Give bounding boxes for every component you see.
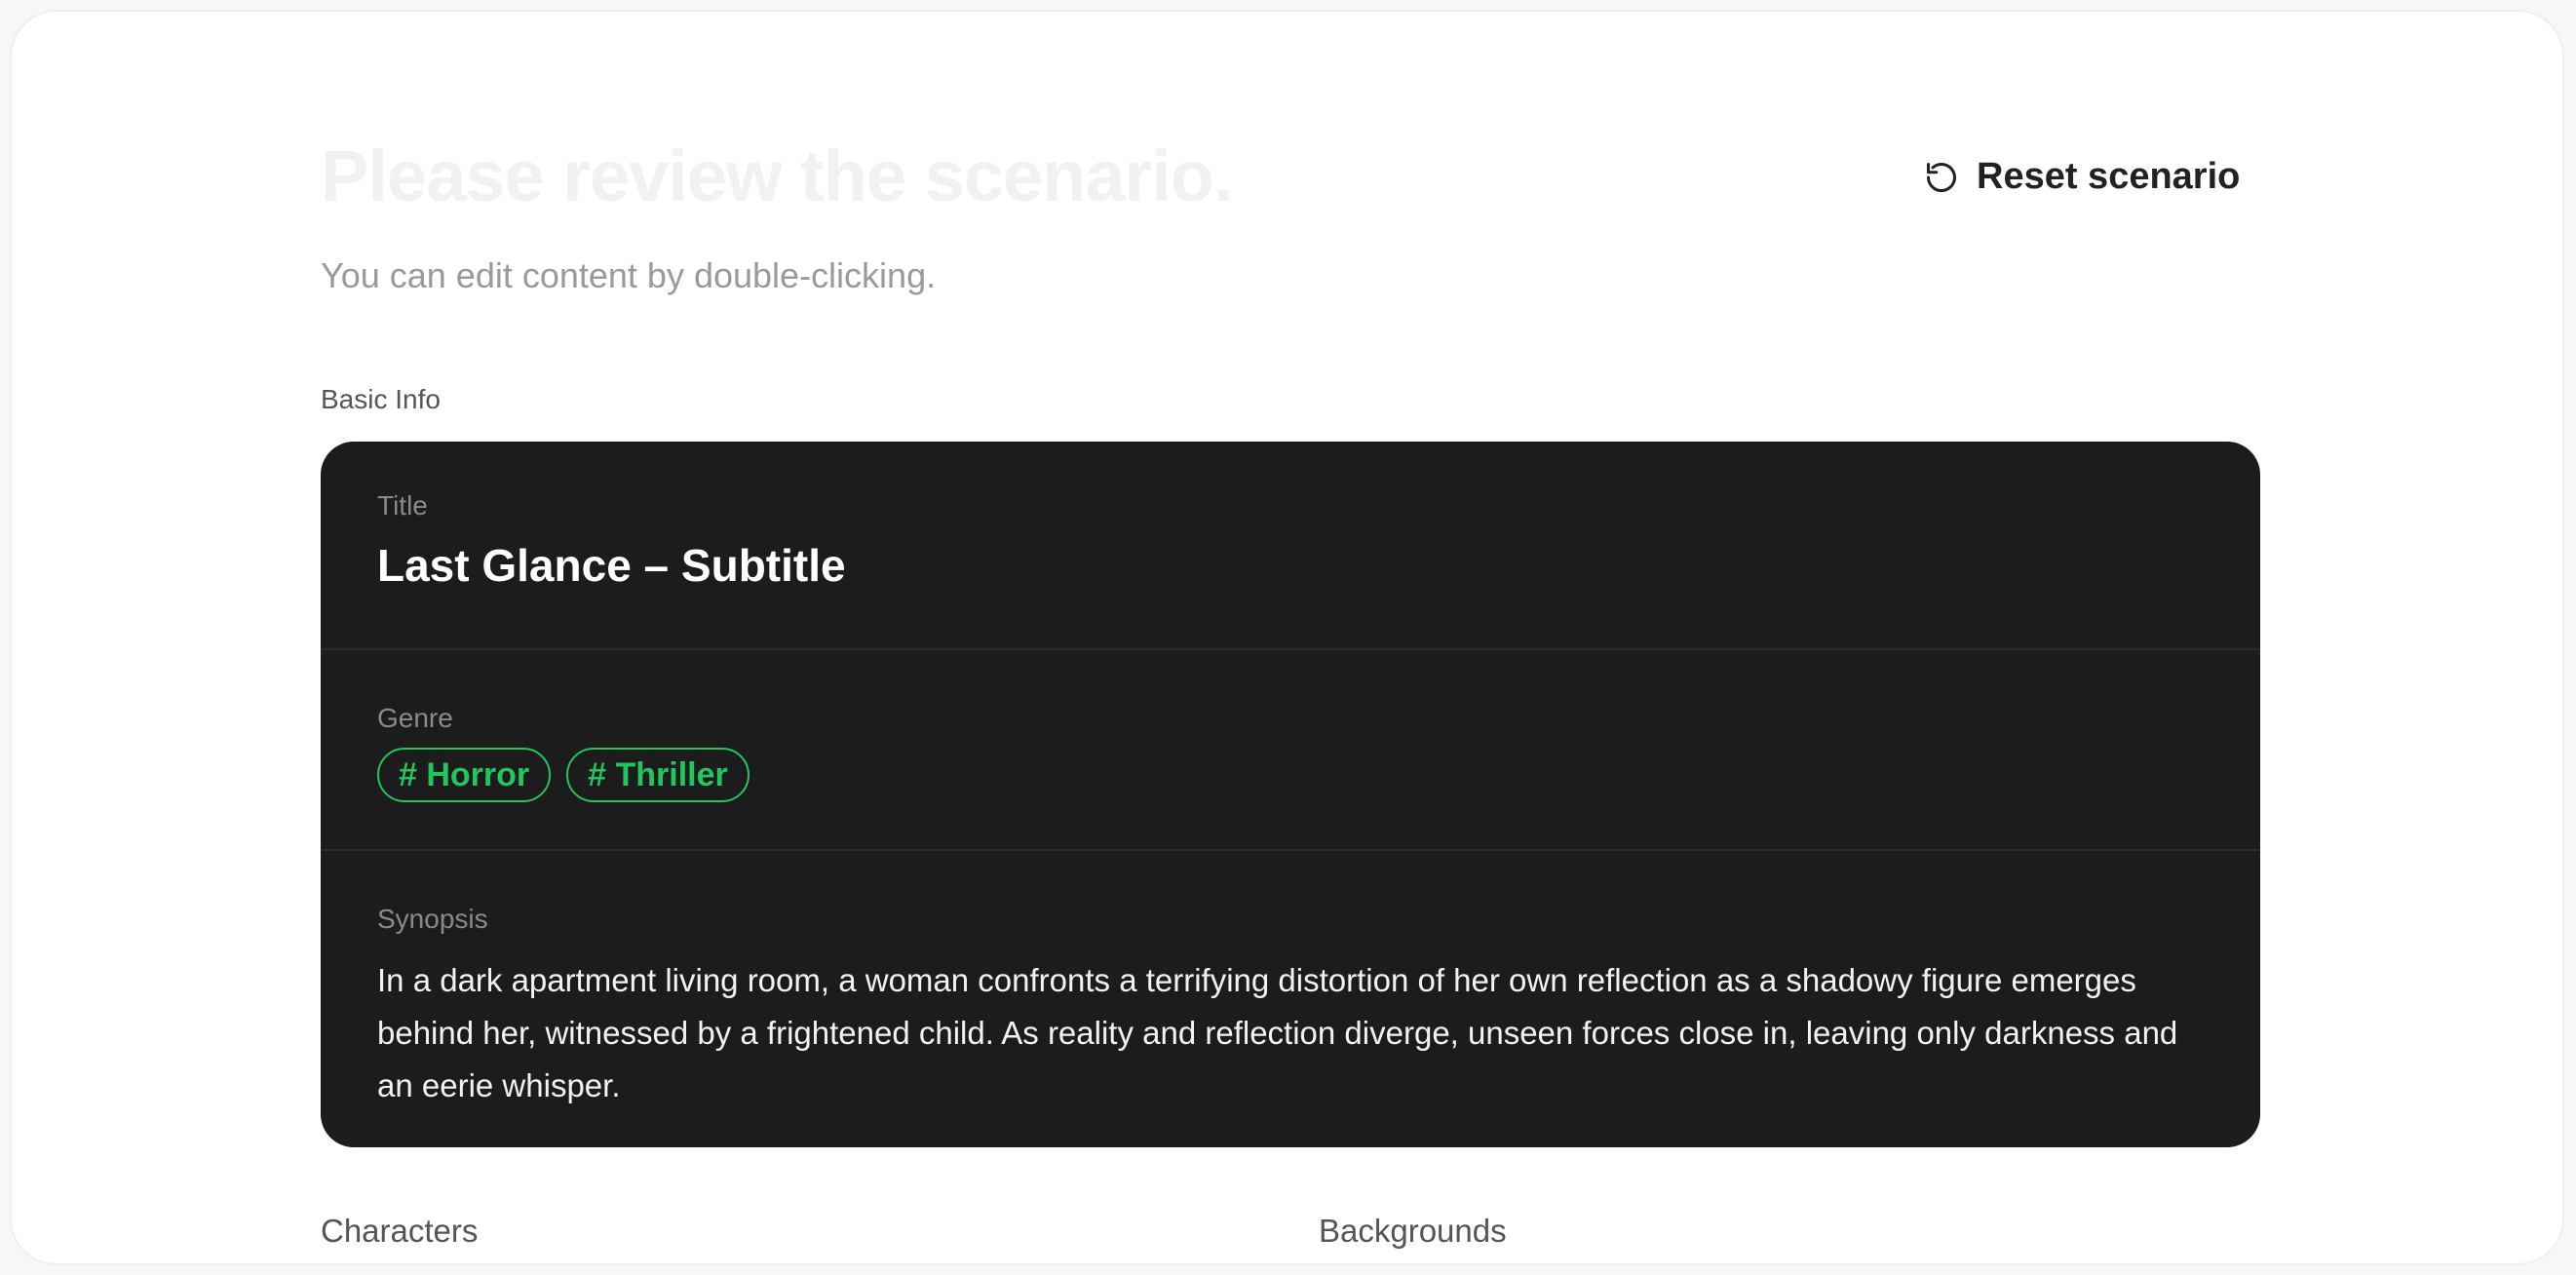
- genre-tag-list: # Horror # Thriller: [377, 748, 750, 802]
- genre-tag-thriller[interactable]: # Thriller: [566, 748, 750, 802]
- title-field[interactable]: Title Last Glance – Subtitle: [321, 442, 2260, 650]
- app-window: Please review the scenario. You can edit…: [10, 10, 2564, 1265]
- basic-info-label: Basic Info: [321, 384, 441, 414]
- reset-scenario-button[interactable]: Reset scenario: [1924, 156, 2240, 198]
- synopsis-field-label: Synopsis: [377, 904, 488, 934]
- title-value[interactable]: Last Glance – Subtitle: [377, 539, 846, 592]
- synopsis-text[interactable]: In a dark apartment living room, a woman…: [377, 954, 2204, 1112]
- genre-field[interactable]: Genre # Horror # Thriller: [321, 650, 2260, 851]
- title-field-label: Title: [377, 490, 428, 521]
- reset-icon: [1924, 160, 1959, 195]
- characters-section-label: Characters: [321, 1213, 479, 1249]
- genre-field-label: Genre: [377, 703, 453, 733]
- backgrounds-section-label: Backgrounds: [1319, 1213, 1507, 1249]
- page-subtitle: You can edit content by double-clicking.: [321, 255, 937, 295]
- basic-info-card: Title Last Glance – Subtitle Genre # Hor…: [321, 442, 2260, 1147]
- synopsis-field[interactable]: Synopsis In a dark apartment living room…: [321, 851, 2260, 1147]
- page-title: Please review the scenario.: [321, 135, 1234, 216]
- reset-scenario-label: Reset scenario: [1977, 156, 2241, 197]
- genre-tag-horror[interactable]: # Horror: [377, 748, 552, 802]
